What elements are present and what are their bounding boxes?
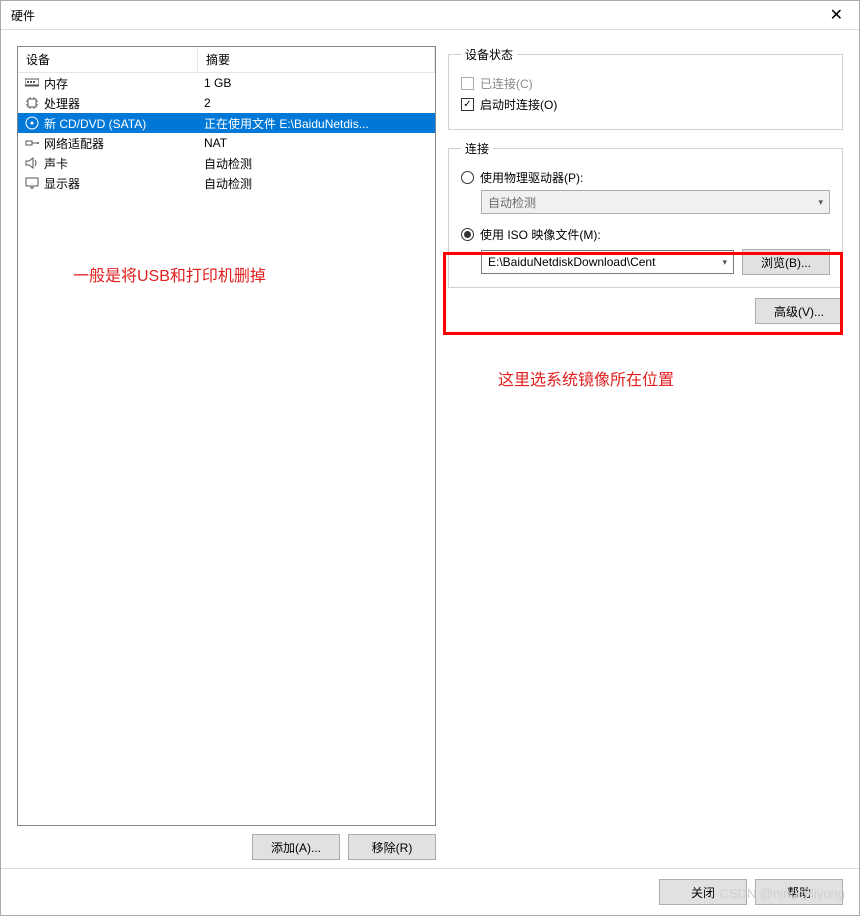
close-button[interactable]: 关闭: [659, 879, 747, 905]
physical-drive-label: 使用物理驱动器(P):: [480, 169, 583, 186]
list-item[interactable]: 显示器 自动检测: [18, 173, 435, 193]
device-summary: 1 GB: [198, 75, 435, 91]
list-item[interactable]: 内存 1 GB: [18, 73, 435, 93]
chevron-down-icon: ▾: [818, 197, 823, 208]
network-icon: [24, 135, 40, 151]
close-icon[interactable]: ✕: [824, 5, 849, 25]
list-item[interactable]: 声卡 自动检测: [18, 153, 435, 173]
device-status-group: 设备状态 已连接(C) ✓ 启动时连接(O): [448, 46, 843, 130]
iso-file-label: 使用 ISO 映像文件(M):: [480, 226, 601, 243]
device-name: 网络适配器: [44, 135, 104, 152]
physical-drive-combo: 自动检测 ▾: [481, 190, 830, 214]
chevron-down-icon[interactable]: ▾: [722, 257, 727, 268]
list-item[interactable]: 网络适配器 NAT: [18, 133, 435, 153]
device-list[interactable]: 设备 摘要 内存 1 GB 处理器 2 新 CD/DVD (SATA) 正在使用…: [17, 46, 436, 826]
help-button[interactable]: 帮助: [755, 879, 843, 905]
connected-label: 已连接(C): [480, 75, 533, 92]
device-summary: 正在使用文件 E:\BaiduNetdis...: [198, 114, 435, 133]
advanced-button[interactable]: 高级(V)...: [755, 298, 843, 324]
device-name: 内存: [44, 75, 68, 92]
window-title: 硬件: [11, 7, 824, 24]
add-button[interactable]: 添加(A)...: [252, 834, 340, 860]
physical-drive-radio[interactable]: [461, 171, 474, 184]
browse-button[interactable]: 浏览(B)...: [742, 249, 830, 275]
connected-checkbox: [461, 77, 474, 90]
title-bar: 硬件 ✕: [1, 1, 859, 30]
device-status-legend: 设备状态: [461, 46, 517, 63]
dialog-footer: 关闭 帮助: [1, 868, 859, 915]
col-device[interactable]: 设备: [18, 47, 198, 72]
device-summary: 自动检测: [198, 174, 435, 193]
sound-icon: [24, 155, 40, 171]
iso-file-radio[interactable]: [461, 228, 474, 241]
cpu-icon: [24, 95, 40, 111]
connection-group: 连接 使用物理驱动器(P): 自动检测 ▾ 使用 ISO 映像文件(M):: [448, 140, 843, 288]
list-header: 设备 摘要: [18, 47, 435, 73]
display-icon: [24, 175, 40, 191]
memory-icon: [24, 75, 40, 91]
device-summary: 2: [198, 95, 435, 111]
annotation-text: 一般是将USB和打印机删掉: [73, 262, 266, 286]
remove-button[interactable]: 移除(R): [348, 834, 436, 860]
device-summary: 自动检测: [198, 154, 435, 173]
iso-path-combo[interactable]: E:\BaiduNetdiskDownload\Cent ▾: [481, 250, 734, 274]
device-name: 声卡: [44, 155, 68, 172]
list-item[interactable]: 新 CD/DVD (SATA) 正在使用文件 E:\BaiduNetdis...: [18, 113, 435, 133]
device-name: 处理器: [44, 95, 80, 112]
connection-legend: 连接: [461, 140, 493, 157]
list-item[interactable]: 处理器 2: [18, 93, 435, 113]
col-summary[interactable]: 摘要: [198, 47, 435, 72]
disc-icon: [24, 115, 40, 131]
connect-start-label: 启动时连接(O): [480, 96, 557, 113]
device-name: 新 CD/DVD (SATA): [44, 115, 146, 132]
connect-start-checkbox[interactable]: ✓: [461, 98, 474, 111]
device-name: 显示器: [44, 175, 80, 192]
device-summary: NAT: [198, 135, 435, 151]
